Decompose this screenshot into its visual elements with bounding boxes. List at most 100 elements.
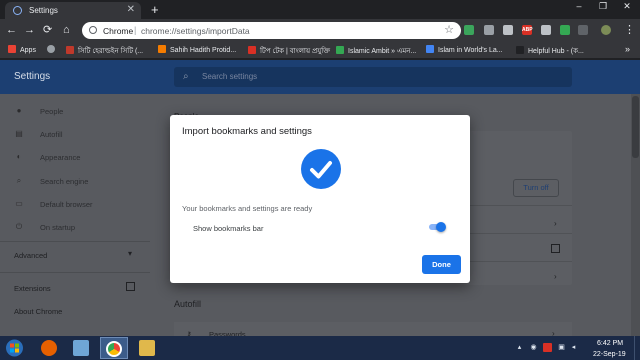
bookmark-favicon-icon	[66, 46, 74, 54]
chrome-menu-icon[interactable]: ⋮	[624, 23, 635, 37]
folder-icon	[139, 340, 155, 356]
firefox-taskbar-button[interactable]	[36, 337, 64, 359]
bookmark-star-icon[interactable]: ☆	[444, 23, 454, 36]
globe-icon	[47, 45, 55, 53]
tab-title: Settings	[29, 6, 58, 15]
headset-icon[interactable]	[503, 25, 513, 35]
open-in-new-icon[interactable]	[551, 244, 560, 253]
browser-icon: ▭	[15, 199, 23, 208]
bookmark-tip-tech[interactable]: টিপ টেক | বাংলায় প্রযুক্তি	[248, 45, 330, 56]
show-bookmarks-bar-toggle[interactable]	[429, 222, 446, 232]
show-bookmarks-bar-label: Show bookmarks bar	[193, 224, 264, 233]
clock-date[interactable]: 22-Sep-19	[593, 351, 626, 358]
address-url[interactable]: chrome://settings/importData	[141, 26, 250, 36]
address-separator: |	[134, 25, 137, 35]
sidebar-extensions[interactable]: Extensions	[14, 284, 51, 293]
home-button[interactable]: ⌂	[63, 23, 70, 37]
control-panel-icon	[73, 340, 89, 356]
tray-up-arrow-icon[interactable]: ▴	[515, 343, 524, 352]
settings-sidebar: ● People ▤ Autofill ◐ Appearance ⌕ Searc…	[0, 94, 150, 336]
autofill-section-heading: Autofill	[174, 299, 202, 309]
chevron-right-icon[interactable]: ›	[554, 219, 557, 228]
reload-button[interactable]: ⟳	[43, 23, 52, 37]
mail-icon[interactable]	[560, 25, 570, 35]
bookmark-favicon-icon	[426, 45, 434, 53]
folder-icon[interactable]	[578, 25, 588, 35]
close-window-button[interactable]: ✕	[616, 0, 638, 12]
power-icon: ⏻	[15, 222, 23, 231]
bookmark-sahih-hadith[interactable]: Sahih Hadith Protid...	[158, 45, 236, 56]
bookmarks-bar: Apps সিটি হেরাল্ডইন সিটি (... Sahih Hadi…	[0, 41, 640, 59]
chrome-taskbar-button[interactable]	[100, 337, 128, 359]
palette-icon: ◐	[16, 152, 22, 161]
tab-settings[interactable]: Settings ✕	[5, 2, 141, 19]
sidebar-about-chrome[interactable]: About Chrome	[14, 307, 62, 316]
clipboard-icon: ▤	[15, 129, 23, 138]
chevron-right-icon[interactable]: ›	[554, 272, 557, 281]
scrollbar-thumb[interactable]	[632, 96, 639, 158]
file-explorer-taskbar-button[interactable]	[134, 337, 162, 359]
toolbar: ← → ⟳ ⌂ Chrome | chrome://settings/impor…	[0, 19, 640, 41]
sidebar-item-people[interactable]: ● People	[0, 103, 150, 119]
extension-green-icon[interactable]	[464, 25, 474, 35]
bookmark-helpful-hub[interactable]: Helpful Hub - (ক...	[516, 45, 584, 56]
chrome-icon	[106, 341, 122, 357]
search-icon: ⌕	[16, 176, 22, 185]
settings-header: Settings ⌕ Search settings	[0, 60, 640, 94]
secure-chrome-icon[interactable]	[89, 26, 97, 34]
new-tab-button[interactable]: +	[151, 2, 159, 17]
firefox-icon	[41, 340, 57, 356]
sidebar-divider	[0, 241, 150, 242]
blogger-icon	[158, 45, 166, 53]
search-placeholder: Search settings	[202, 72, 258, 81]
tab-strip: Settings ✕ + – ❐ ✕	[0, 0, 640, 19]
tab-close-icon[interactable]: ✕	[127, 4, 135, 15]
chevron-down-icon[interactable]: ▾	[128, 249, 132, 258]
restore-button[interactable]: ❐	[592, 0, 614, 12]
tray-app-icon[interactable]: ◉	[529, 343, 538, 352]
show-desktop-button[interactable]	[634, 336, 640, 360]
sidebar-item-search-engine[interactable]: ⌕ Search engine	[0, 173, 150, 189]
gear-icon	[13, 6, 22, 15]
apps-grid-icon	[8, 45, 16, 53]
back-button[interactable]: ←	[6, 23, 17, 37]
sidebar-item-on-startup[interactable]: ⏻ On startup	[0, 219, 150, 235]
sidebar-item-autofill[interactable]: ▤ Autofill	[0, 126, 150, 142]
open-in-new-icon[interactable]	[126, 282, 135, 291]
sidebar-divider	[0, 272, 150, 273]
shield-icon[interactable]	[541, 25, 551, 35]
toggle-knob	[436, 222, 446, 232]
sidebar-advanced[interactable]: Advanced	[14, 251, 47, 260]
sidebar-item-appearance[interactable]: ◐ Appearance	[0, 149, 150, 165]
page-title: Settings	[14, 71, 51, 82]
bookmark-bengali-city[interactable]: সিটি হেরাল্ডইন সিটি (...	[66, 45, 143, 56]
dialog-title: Import bookmarks and settings	[182, 126, 312, 137]
bookmark-favicon-icon	[336, 46, 344, 54]
adblock-icon[interactable]: ABP	[522, 25, 533, 35]
profile-avatar[interactable]	[601, 25, 611, 35]
done-button[interactable]: Done	[422, 255, 461, 274]
search-settings-input[interactable]: ⌕ Search settings	[174, 67, 572, 87]
extension-gray-icon[interactable]	[484, 25, 494, 35]
clock-time[interactable]: 6:42 PM	[597, 340, 623, 347]
volume-icon[interactable]: ◂	[569, 343, 578, 352]
bookmark-globe[interactable]	[47, 45, 59, 56]
minimize-button[interactable]: –	[568, 0, 590, 12]
bookmark-islam-world[interactable]: Islam in World's La...	[426, 45, 503, 56]
person-icon: ●	[16, 106, 22, 115]
bookmark-islamic-ambit[interactable]: Islamic Ambit » এমন...	[336, 45, 416, 56]
forward-button[interactable]: →	[24, 23, 35, 37]
address-host: Chrome	[103, 26, 134, 36]
start-button[interactable]	[5, 339, 24, 357]
bookmark-apps[interactable]: Apps	[8, 45, 36, 56]
turn-off-sync-button[interactable]: Turn off	[513, 179, 559, 197]
address-bar[interactable]: Chrome | chrome://settings/importData ☆	[82, 22, 461, 39]
tray-alert-icon[interactable]	[543, 343, 552, 352]
search-icon: ⌕	[183, 71, 189, 82]
tray-display-icon[interactable]: ▣	[557, 343, 566, 352]
bookmark-favicon-icon	[248, 46, 256, 54]
sidebar-item-default-browser[interactable]: ▭ Default browser	[0, 196, 150, 212]
bookmarks-more-icon[interactable]: »	[625, 44, 630, 54]
checkmark-icon	[301, 149, 341, 189]
control-panel-taskbar-button[interactable]	[68, 337, 96, 359]
